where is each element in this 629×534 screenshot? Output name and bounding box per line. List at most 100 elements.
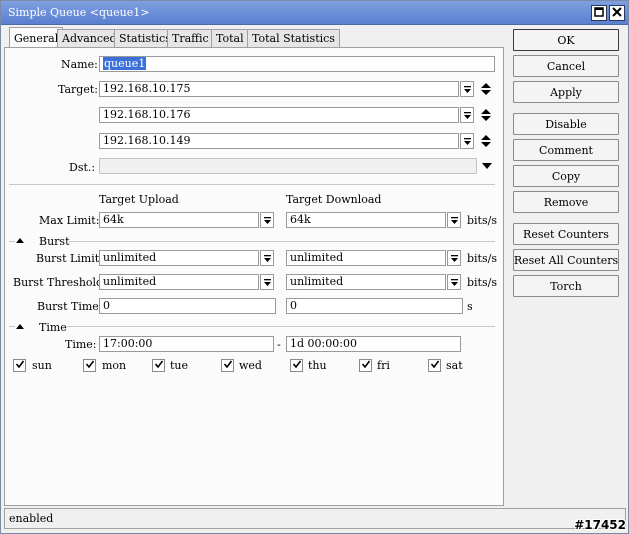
time-range-dash: -: [277, 338, 281, 351]
dropdown-arrow-icon: [450, 254, 459, 263]
target-download-header: Target Download: [286, 193, 382, 206]
dst-expand-icon[interactable]: [481, 158, 493, 174]
time-collapse-icon[interactable]: [15, 322, 25, 332]
name-label: Name:: [61, 58, 98, 71]
thu-checkbox[interactable]: [290, 359, 303, 372]
dst-input[interactable]: [99, 158, 477, 174]
target-2-dropdown[interactable]: [460, 107, 474, 123]
status-bar: enabled: [4, 508, 626, 529]
dropdown-arrow-icon: [463, 137, 472, 146]
window-title: Simple Queue <queue1>: [8, 6, 150, 19]
burst-threshold-label: Burst Threshold:: [13, 276, 107, 289]
tue-label: tue: [170, 359, 189, 372]
disable-button[interactable]: Disable: [513, 113, 619, 135]
sun-label: sun: [32, 359, 52, 372]
reset-all-counters-button[interactable]: Reset All Counters: [513, 249, 619, 271]
target-1-dropdown[interactable]: [460, 81, 474, 97]
torch-button[interactable]: Torch: [513, 275, 619, 297]
burst-limit-upload-input[interactable]: unlimited: [99, 250, 259, 266]
dropdown-arrow-icon: [450, 216, 459, 225]
dropdown-arrow-icon: [463, 85, 472, 94]
tab-general[interactable]: General: [9, 27, 64, 48]
tab-advanced[interactable]: Advanced: [57, 29, 122, 47]
mon-label: mon: [102, 359, 127, 372]
max-limit-download-input[interactable]: 64k: [286, 212, 446, 228]
target-2-updown-icon[interactable]: [480, 107, 492, 123]
time-start-input[interactable]: 17:00:00: [99, 336, 274, 352]
tab-total[interactable]: Total: [211, 29, 249, 47]
apply-button[interactable]: Apply: [513, 81, 619, 103]
maximize-button[interactable]: [591, 5, 607, 21]
target-3-updown-icon[interactable]: [480, 133, 492, 149]
target-label: Target:: [58, 83, 98, 96]
time-end-input[interactable]: 1d 00:00:00: [286, 336, 461, 352]
target-input-1[interactable]: 192.168.10.175: [99, 81, 459, 97]
burst-threshold-download-dropdown[interactable]: [447, 274, 461, 290]
dst-label: Dst.:: [69, 161, 96, 174]
close-icon: [612, 7, 622, 19]
dropdown-arrow-icon: [463, 111, 472, 120]
checkmark-icon: [361, 359, 371, 372]
target-upload-header: Target Upload: [99, 193, 179, 206]
title-bar[interactable]: Simple Queue <queue1>: [1, 1, 628, 25]
burst-collapse-icon[interactable]: [15, 236, 25, 246]
ok-button[interactable]: OK: [513, 29, 619, 51]
divider: [9, 184, 495, 185]
target-3-dropdown[interactable]: [460, 133, 474, 149]
max-limit-upload-input[interactable]: 64k: [99, 212, 259, 228]
checkmark-icon: [85, 359, 95, 372]
burst-limit-upload-dropdown[interactable]: [260, 250, 274, 266]
burst-threshold-upload-input[interactable]: unlimited: [99, 274, 259, 290]
sat-checkbox[interactable]: [428, 359, 441, 372]
burst-limit-download-dropdown[interactable]: [447, 250, 461, 266]
dropdown-arrow-icon: [263, 254, 272, 263]
max-limit-label: Max Limit:: [39, 214, 100, 227]
checkmark-icon: [15, 359, 25, 372]
checkmark-icon: [223, 359, 233, 372]
burst-limit-unit: bits/s: [467, 252, 497, 265]
wed-checkbox[interactable]: [221, 359, 234, 372]
divider: [9, 326, 15, 327]
sat-label: sat: [446, 359, 463, 372]
burst-section-label: Burst: [39, 235, 70, 248]
mon-checkbox[interactable]: [83, 359, 96, 372]
watermark-text: #17452: [574, 518, 626, 532]
status-text: enabled: [9, 512, 54, 525]
copy-button[interactable]: Copy: [513, 165, 619, 187]
checkmark-icon: [154, 359, 164, 372]
fri-label: fri: [377, 359, 390, 372]
burst-time-download-input[interactable]: 0: [286, 298, 463, 314]
dropdown-arrow-icon: [263, 278, 272, 287]
sun-checkbox[interactable]: [13, 359, 26, 372]
burst-time-label: Burst Time:: [37, 300, 103, 313]
burst-limit-label: Burst Limit:: [36, 252, 103, 265]
max-limit-upload-dropdown[interactable]: [260, 212, 274, 228]
target-1-updown-icon[interactable]: [480, 81, 492, 97]
divider: [9, 241, 15, 242]
tab-traffic[interactable]: Traffic: [167, 29, 214, 47]
target-input-3[interactable]: 192.168.10.149: [99, 133, 459, 149]
name-input[interactable]: queue1: [99, 56, 495, 72]
reset-counters-button[interactable]: Reset Counters: [513, 223, 619, 245]
burst-threshold-upload-dropdown[interactable]: [260, 274, 274, 290]
close-button[interactable]: [609, 5, 625, 21]
max-limit-download-dropdown[interactable]: [447, 212, 461, 228]
comment-button[interactable]: Comment: [513, 139, 619, 161]
burst-threshold-download-input[interactable]: unlimited: [286, 274, 446, 290]
time-label: Time:: [65, 338, 97, 351]
divider: [69, 241, 495, 242]
name-value: queue1: [103, 57, 147, 70]
max-limit-unit: bits/s: [467, 214, 497, 227]
thu-label: thu: [308, 359, 327, 372]
fri-checkbox[interactable]: [359, 359, 372, 372]
simple-queue-window: Simple Queue <queue1> General Advanced S…: [0, 0, 629, 534]
checkmark-icon: [430, 359, 440, 372]
burst-time-upload-input[interactable]: 0: [99, 298, 276, 314]
tue-checkbox[interactable]: [152, 359, 165, 372]
target-input-2[interactable]: 192.168.10.176: [99, 107, 459, 123]
tab-total-statistics[interactable]: Total Statistics: [247, 29, 340, 47]
burst-limit-download-input[interactable]: unlimited: [286, 250, 446, 266]
cancel-button[interactable]: Cancel: [513, 55, 619, 77]
dropdown-arrow-icon: [450, 278, 459, 287]
remove-button[interactable]: Remove: [513, 191, 619, 213]
